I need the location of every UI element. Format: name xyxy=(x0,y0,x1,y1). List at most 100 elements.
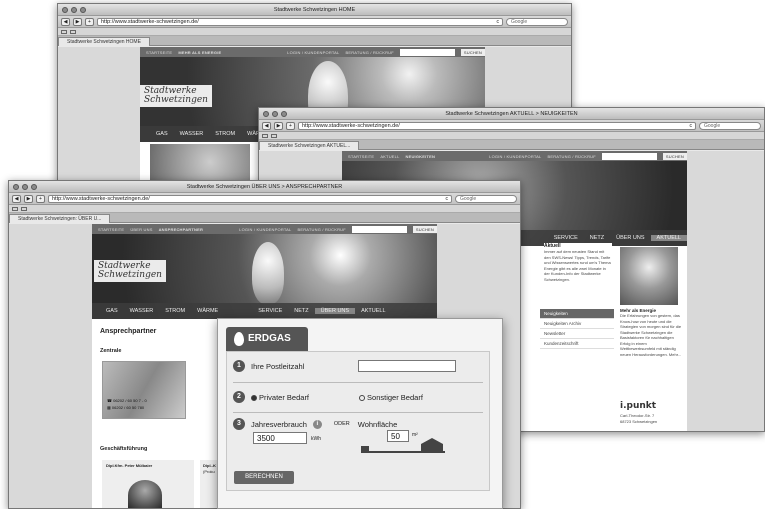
berechnen-button[interactable]: BERECHNEN xyxy=(234,471,294,484)
nav-link-mehr[interactable]: MEHR ALS ENERGIE xyxy=(178,50,221,55)
verbrauch-input[interactable]: 3500 xyxy=(253,432,307,444)
nav-link-startseite[interactable]: STARTSEITE xyxy=(348,154,374,159)
nav-netz[interactable]: NETZ xyxy=(288,308,314,314)
nav-strom[interactable]: STROM xyxy=(209,131,241,137)
nav-link-neuigkeiten[interactable]: NEUIGKEITEN xyxy=(406,154,436,159)
phone-line-2: ▦ 06202 / 60 50 780 xyxy=(107,405,145,410)
back-button[interactable]: ◀ xyxy=(61,17,70,26)
address-bar[interactable]: http://www.stadtwerke-schwetzingen.de/c xyxy=(48,194,452,203)
reload-icon[interactable]: c xyxy=(497,19,500,26)
tab-aktuell[interactable]: Stadtwerke Schwetzingen AKTUEL... xyxy=(259,141,360,150)
address-bar[interactable]: http://www.stadtwerke-schwetzingen.de/c xyxy=(97,17,503,26)
bookmarks-bar xyxy=(9,205,520,213)
window-title: Stadtwerke Schwetzingen HOME xyxy=(273,7,356,13)
top-navigation: STARTSEITE ÜBER UNS ANSPRECHPARTNER LOGI… xyxy=(92,224,437,234)
address-bar[interactable]: http://www.stadtwerke-schwetzingen.de/c xyxy=(298,121,696,130)
search-button[interactable]: SUCHEN xyxy=(412,225,437,233)
mascot-figure xyxy=(252,242,284,304)
erdgas-tab[interactable]: ERDGAS xyxy=(226,327,308,351)
window-controls[interactable] xyxy=(13,184,37,190)
reload-icon[interactable]: c xyxy=(690,123,693,130)
bookmarks-icon[interactable] xyxy=(12,206,18,211)
wohnflaeche-input[interactable]: 50 xyxy=(387,430,409,442)
step-1-badge: 1 xyxy=(233,360,245,372)
google-search-input[interactable]: Google xyxy=(699,121,761,130)
verbrauch-unit: kWh xyxy=(311,436,321,442)
bookmarks-icon[interactable] xyxy=(262,133,268,138)
nav-link-startseite[interactable]: STARTSEITE xyxy=(98,227,124,232)
site-search-input[interactable] xyxy=(351,225,407,233)
site-logo[interactable]: Stadtwerke Schwetzingen xyxy=(94,260,166,282)
beratung-link[interactable]: BERATUNG / RÜCKRUF xyxy=(547,154,595,159)
site-search-input[interactable] xyxy=(601,152,657,160)
postleitzahl-input[interactable] xyxy=(358,360,457,372)
add-bookmark-button[interactable]: + xyxy=(286,121,295,130)
nav-aktuell[interactable]: AKTUELL xyxy=(355,308,391,314)
info-icon[interactable]: i xyxy=(312,419,322,429)
punkt-logo[interactable]: i.punkt xyxy=(620,401,682,411)
login-link[interactable]: LOGIN / KUNDENPORTAL xyxy=(239,227,291,232)
nav-waerme[interactable]: WÄRME xyxy=(191,308,224,314)
large-house-icon xyxy=(421,438,443,453)
login-link[interactable]: LOGIN / KUNDENPORTAL xyxy=(489,154,541,159)
search-button[interactable]: SUCHEN xyxy=(662,152,687,160)
forward-button[interactable]: ▶ xyxy=(274,121,283,130)
nav-gas[interactable]: GAS xyxy=(150,131,174,137)
beratung-link[interactable]: BERATUNG / RÜCKRUF xyxy=(345,50,393,55)
side-menu-neuigkeiten[interactable]: Neuigkeiten xyxy=(540,309,614,319)
house-slider[interactable] xyxy=(361,438,445,454)
add-bookmark-button[interactable]: + xyxy=(36,194,45,203)
nav-link-ueber-uns[interactable]: ÜBER UNS xyxy=(130,227,152,232)
back-button[interactable]: ◀ xyxy=(262,121,271,130)
side-menu-newsletter[interactable]: Newsletter xyxy=(540,329,614,339)
side-menu-kundenzeitschrift[interactable]: Kundenzeitschrift xyxy=(540,339,614,349)
toolbar: ◀ ▶ + http://www.stadtwerke-schwetzingen… xyxy=(9,193,520,205)
nav-wasser[interactable]: WASSER xyxy=(124,308,160,314)
grid-icon[interactable] xyxy=(70,29,76,34)
nav-aktuell[interactable]: AKTUELL xyxy=(650,235,687,241)
radio-unchecked-icon xyxy=(359,394,366,401)
forward-button[interactable]: ▶ xyxy=(24,194,33,203)
site-logo[interactable]: Stadtwerke Schwetzingen xyxy=(140,85,212,107)
nav-ueber-uns[interactable]: ÜBER UNS xyxy=(610,235,650,241)
window-controls[interactable] xyxy=(62,7,86,13)
sonstiger-radio[interactable]: Sonstiger Bedarf xyxy=(359,393,423,402)
person-card-1[interactable]: Dipl.Kfm. Peter Mülbaier xyxy=(102,460,194,508)
nav-link-startseite[interactable]: STARTSEITE xyxy=(146,50,172,55)
window-title: Stadtwerke Schwetzingen ÜBER UNS > ANSPR… xyxy=(186,184,343,190)
nav-link-ansprechpartner[interactable]: ANSPRECHPARTNER xyxy=(159,227,203,232)
small-house-icon xyxy=(361,446,369,453)
window-title: Stadtwerke Schwetzingen AKTUELL > NEUIGK… xyxy=(445,111,578,117)
mascot-image xyxy=(620,247,678,305)
forward-button[interactable]: ▶ xyxy=(73,17,82,26)
search-button[interactable]: SUCHEN xyxy=(460,48,485,56)
nav-gas[interactable]: GAS xyxy=(100,308,124,314)
beratung-link[interactable]: BERATUNG / RÜCKRUF xyxy=(297,227,345,232)
title-bar: Stadtwerke Schwetzingen HOME xyxy=(58,4,571,16)
nav-ueber-uns[interactable]: ÜBER UNS xyxy=(314,308,356,314)
nav-netz[interactable]: NETZ xyxy=(584,235,610,241)
tab-ueber-uns[interactable]: Stadtwerke Schwetzingen: ÜBER U... xyxy=(9,214,111,223)
privat-radio[interactable]: Privater Bedarf xyxy=(251,393,309,402)
reload-icon[interactable]: c xyxy=(446,196,449,203)
bookmarks-icon[interactable] xyxy=(61,29,67,34)
google-search-input[interactable]: Google xyxy=(455,194,517,203)
zentrale-heading: Zentrale xyxy=(100,348,122,354)
side-menu-archiv[interactable]: Neuigkeiten Archiv xyxy=(540,319,614,329)
nav-service[interactable]: SERVICE xyxy=(548,235,584,241)
nav-service[interactable]: SERVICE xyxy=(252,308,288,314)
back-button[interactable]: ◀ xyxy=(12,194,21,203)
postleitzahl-label: Ihre Postleitzahl xyxy=(251,361,305,371)
flame-icon xyxy=(234,332,244,346)
tab-home[interactable]: Stadtwerke Schwetzingen HOME xyxy=(58,37,150,46)
nav-link-aktuell[interactable]: AKTUELL xyxy=(380,154,399,159)
window-controls[interactable] xyxy=(263,111,287,117)
google-search-input[interactable]: Google xyxy=(506,17,568,26)
nav-wasser[interactable]: WASSER xyxy=(174,131,210,137)
login-link[interactable]: LOGIN / KUNDENPORTAL xyxy=(287,50,339,55)
nav-strom[interactable]: STROM xyxy=(159,308,191,314)
add-bookmark-button[interactable]: + xyxy=(85,17,94,26)
site-search-input[interactable] xyxy=(399,48,455,56)
grid-icon[interactable] xyxy=(21,206,27,211)
grid-icon[interactable] xyxy=(271,133,277,138)
